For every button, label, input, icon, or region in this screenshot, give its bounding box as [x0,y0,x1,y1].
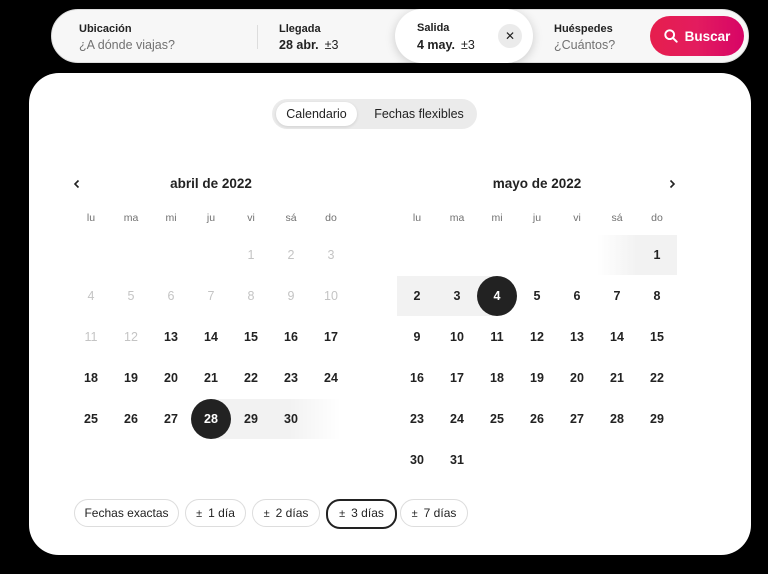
weekday-label: sá [611,212,623,224]
calendar-day[interactable]: 22 [231,358,271,398]
calendar-day: 12 [124,330,138,344]
checkin-segment[interactable]: Llegada 28 abr. ±3 [257,10,397,62]
calendar-day[interactable]: 3 [437,276,477,316]
checkin-label: Llegada [279,23,321,35]
weekday-label: vi [247,212,255,224]
location-input[interactable]: ¿A dónde viajas? [79,38,175,52]
calendar-day[interactable]: 20 [557,358,597,398]
calendar-day[interactable]: 26 [517,399,557,439]
calendar-day[interactable]: 23 [397,399,437,439]
calendar-day[interactable]: 6 [557,276,597,316]
calendar-day[interactable]: 14 [597,317,637,357]
calendar-day[interactable]: 21 [597,358,637,398]
calendar-day[interactable]: 7 [597,276,637,316]
calendar-day[interactable]: 16 [397,358,437,398]
weekday-label: ju [532,212,542,224]
checkout-flex: ±3 [461,38,475,52]
calendar-day[interactable]: 31 [437,440,477,480]
weekday-label: ma [449,212,465,224]
calendar-day[interactable]: 13 [557,317,597,357]
calendar-day[interactable]: 25 [71,399,111,439]
weekday-label: sá [285,212,297,224]
checkin-flex: ±3 [324,38,339,52]
location-segment[interactable]: Ubicación ¿A dónde viajas? [52,10,257,62]
calendar-day[interactable]: 17 [437,358,477,398]
calendar-day[interactable]: 30 [397,440,437,480]
calendar-day[interactable]: 25 [477,399,517,439]
calendar-day[interactable]: 13 [151,317,191,357]
month-title: mayo de 2022 [492,176,582,191]
calendar-day: 2 [287,248,295,262]
search-bar: Ubicación ¿A dónde viajas? Llegada 28 ab… [51,9,749,63]
calendar-day: 8 [247,289,255,303]
weekday-label: mi [491,212,503,224]
calendar-day[interactable]: 4 [477,276,517,316]
weekday-label: do [325,212,337,224]
month-title: abril de 2022 [170,176,252,191]
calendar-day[interactable]: 16 [271,317,311,357]
calendar-day[interactable]: 15 [637,317,677,357]
calendar-day[interactable]: 29 [637,399,677,439]
calendar-day: 1 [247,248,255,262]
calendar-day[interactable]: 2 [397,276,437,316]
guests-label: Huéspedes [554,23,613,35]
calendar-day[interactable]: 20 [151,358,191,398]
weekday-label: lu [86,212,96,224]
calendar-day: 3 [327,248,335,262]
checkin-value: 28 abr. ±3 [279,38,339,52]
calendar-day: 7 [207,289,215,303]
calendar-day[interactable]: 8 [637,276,677,316]
search-button-label: Buscar [684,28,731,44]
calendar-day[interactable]: 18 [71,358,111,398]
calendar-day[interactable]: 29 [231,399,271,439]
calendar-day[interactable]: 5 [517,276,557,316]
calendar-day[interactable]: 27 [557,399,597,439]
close-icon: ✕ [504,29,516,43]
calendar-day[interactable]: 10 [437,317,477,357]
calendar-day: 10 [324,289,338,303]
calendar-day[interactable]: 19 [517,358,557,398]
calendar-day[interactable]: 28 [191,399,231,439]
weekday-label: ma [123,212,139,224]
search-button[interactable]: Buscar [650,16,744,56]
calendar-day[interactable]: 24 [437,399,477,439]
calendar-day[interactable]: 26 [111,399,151,439]
calendar-day[interactable]: 22 [637,358,677,398]
calendar-day: 9 [287,289,295,303]
weekday-label: mi [165,212,177,224]
location-label: Ubicación [79,23,132,35]
calendar-day[interactable]: 11 [477,317,517,357]
calendar-day: 11 [84,330,98,344]
checkout-label: Salida [417,22,450,34]
date-picker-panel: Calendario Fechas flexibles abril de 202… [29,73,751,555]
calendar-day[interactable]: 19 [111,358,151,398]
weekday-label: vi [573,212,581,224]
calendar-day[interactable]: 21 [191,358,231,398]
checkout-value: 4 may. ±3 [417,38,475,52]
calendar-day[interactable]: 12 [517,317,557,357]
guests-input[interactable]: ¿Cuántos? [554,38,615,52]
checkout-segment[interactable]: Salida 4 may. ±3 ✕ [395,9,533,63]
calendar-day: 5 [127,289,135,303]
calendar-day[interactable]: 24 [311,358,351,398]
calendar-day[interactable]: 30 [271,399,311,439]
calendar-day[interactable]: 17 [311,317,351,357]
calendar-day[interactable]: 1 [637,235,677,275]
weekday-label: do [651,212,663,224]
weekday-label: ju [206,212,216,224]
calendar-day[interactable]: 9 [397,317,437,357]
calendar-day[interactable]: 14 [191,317,231,357]
calendar-day[interactable]: 15 [231,317,271,357]
calendar-day[interactable]: 18 [477,358,517,398]
calendar-day[interactable]: 28 [597,399,637,439]
clear-dates-button[interactable]: ✕ [498,24,522,48]
calendar-day: 6 [167,289,175,303]
weekday-label: lu [412,212,422,224]
calendar-day[interactable]: 27 [151,399,191,439]
guests-segment[interactable]: Huéspedes ¿Cuántos? [547,10,657,62]
calendar-day: 4 [87,289,95,303]
search-icon [663,29,678,43]
calendar-day[interactable]: 23 [271,358,311,398]
